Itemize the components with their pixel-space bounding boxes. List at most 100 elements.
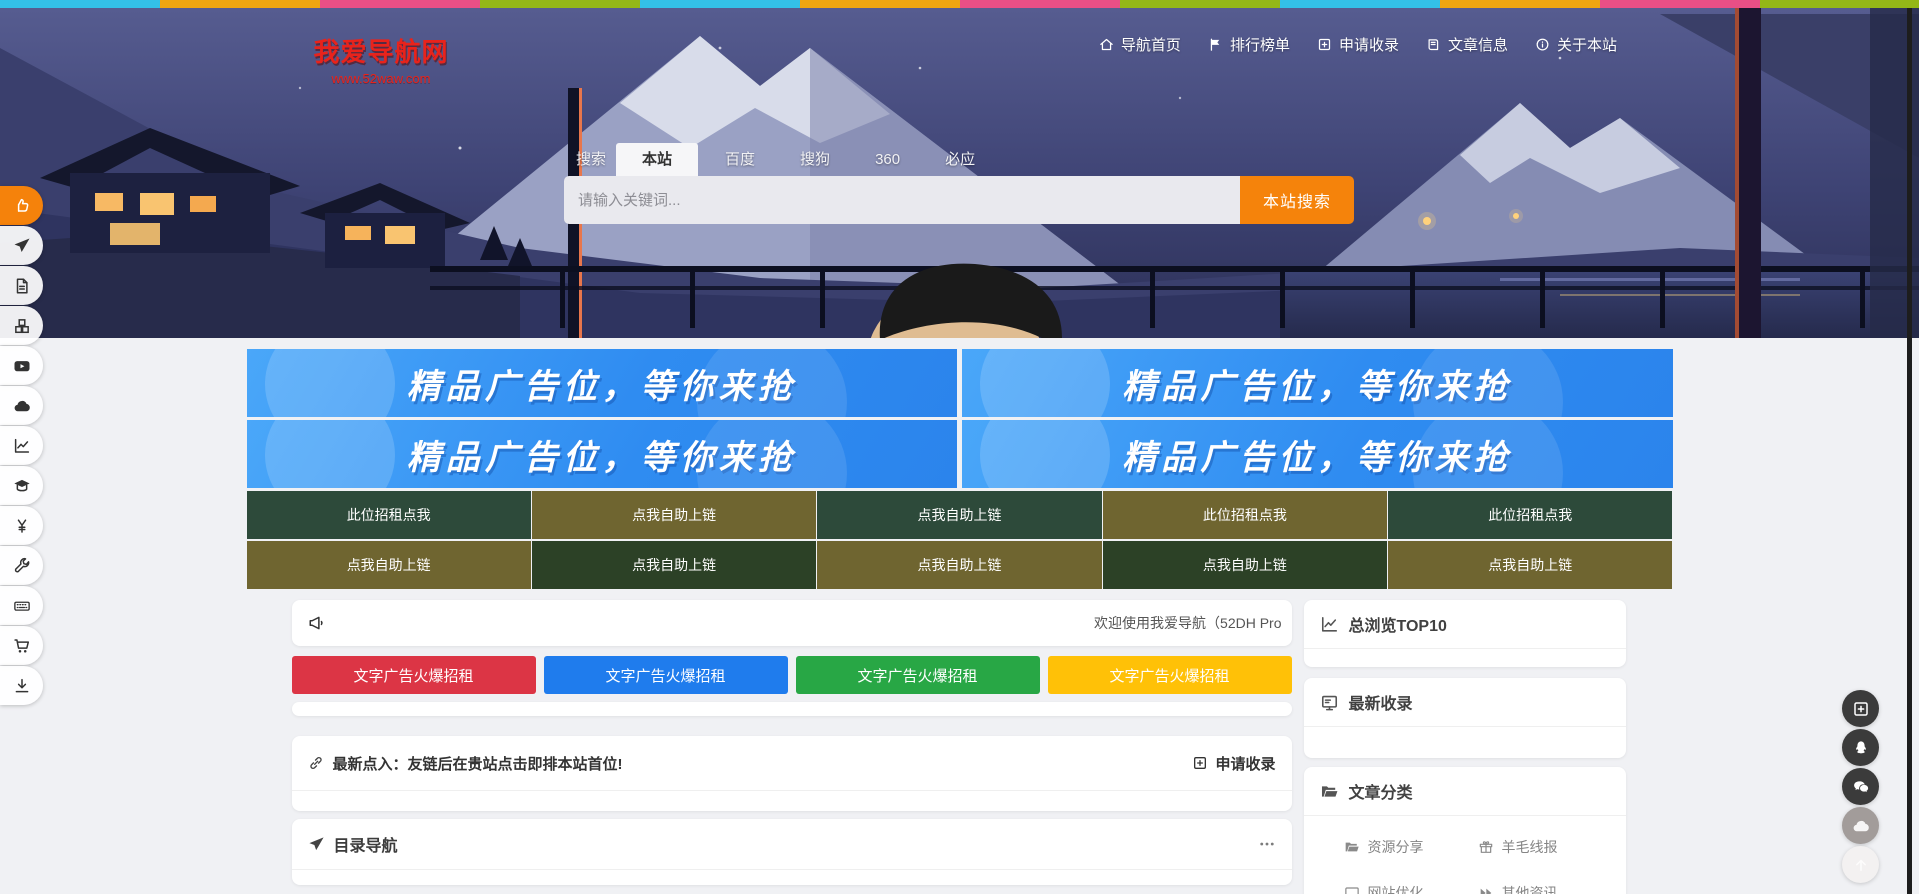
card-body-empty — [1304, 727, 1626, 758]
text-ad-red[interactable]: 文字广告火爆招租 — [292, 656, 536, 694]
text-ad-blue[interactable]: 文字广告火爆招租 — [544, 656, 788, 694]
apply-inclusion-label: 申请收录 — [1215, 753, 1275, 774]
link-ad-cell[interactable]: 点我自助上链 — [532, 541, 816, 589]
home-icon — [1099, 37, 1114, 52]
banner-ad[interactable]: 精品广告位，等你来抢 — [962, 349, 1673, 417]
top10-card: 总浏览TOP10 — [1304, 600, 1626, 667]
link-ad-cell[interactable]: 点我自助上链 — [1103, 541, 1387, 589]
banner-ad[interactable]: 精品广告位，等你来抢 — [247, 349, 958, 417]
notice-bar: 欢迎使用我爱导航（52DH Pro — [292, 600, 1292, 646]
float-cloud-logo-button[interactable] — [1842, 807, 1879, 844]
site-logo[interactable]: 我爱导航网 www.52waw.com — [306, 32, 456, 86]
site-logo-title: 我爱导航网 — [306, 32, 456, 69]
link-ad-cell[interactable]: 点我自助上链 — [1388, 541, 1672, 589]
nav-item-label: 导航首页 — [1121, 34, 1181, 55]
site-logo-subtitle: www.52waw.com — [306, 71, 456, 86]
plus-square-icon — [1192, 755, 1208, 771]
link-ad-cell[interactable]: 此位招租点我 — [1388, 491, 1672, 539]
dock-item-docs[interactable] — [0, 266, 43, 305]
tab-360[interactable]: 360 — [857, 143, 918, 176]
article-categories-title: 文章分类 — [1349, 779, 1413, 803]
search-button[interactable]: 本站搜索 — [1240, 176, 1354, 224]
card-body-empty — [292, 791, 1292, 811]
banner-ad[interactable]: 精品广告位，等你来抢 — [247, 420, 958, 488]
latest-in-row: 最新点入：友链后在贵站点击即排本站首位! 申请收录 — [292, 736, 1292, 790]
category-deals[interactable]: 羊毛线报 — [1478, 832, 1612, 862]
directory-card: 目录导航 — [292, 819, 1292, 885]
search-engine-tabs: 搜索 本站 百度 搜狗 360 必应 — [564, 143, 1354, 176]
banner-ad[interactable]: 精品广告位，等你来抢 — [962, 420, 1673, 488]
banner-ad-text: 精品广告位，等你来抢 — [1122, 430, 1512, 479]
tab-baidu[interactable]: 百度 — [707, 143, 773, 176]
text-ad-green[interactable]: 文字广告火爆招租 — [796, 656, 1040, 694]
dock-item-download[interactable] — [0, 666, 43, 705]
category-seo[interactable]: 网站优化 — [1344, 878, 1478, 894]
youtube-icon — [13, 357, 31, 375]
latest-in-text: 最新点入：友链后在贵站点击即排本站首位! — [333, 753, 623, 774]
dock-item-study[interactable] — [0, 466, 43, 505]
content-columns: 欢迎使用我爱导航（52DH Pro 文字广告火爆招租 文字广告火爆招租 文字广告… — [247, 600, 1673, 894]
scrollbar[interactable] — [1907, 8, 1912, 894]
nav-item-articles[interactable]: 文章信息 — [1426, 34, 1508, 55]
banner-ad-text: 精品广告位，等你来抢 — [407, 430, 797, 479]
cart-icon — [13, 637, 31, 655]
link-ad-cell[interactable]: 点我自助上链 — [247, 541, 531, 589]
dock-item-modules[interactable] — [0, 306, 43, 345]
tab-bing[interactable]: 必应 — [927, 143, 993, 176]
tab-sogou[interactable]: 搜狗 — [782, 143, 848, 176]
folder-open-icon — [1344, 839, 1360, 855]
float-qq-button[interactable] — [1842, 729, 1879, 766]
flag-icon — [1208, 37, 1223, 52]
nav-item-label: 申请收录 — [1339, 34, 1399, 55]
dock-item-cloud[interactable] — [0, 386, 43, 425]
nav-item-ranking[interactable]: 排行榜单 — [1208, 34, 1290, 55]
float-wechat-button[interactable] — [1842, 768, 1879, 805]
directory-title: 目录导航 — [308, 832, 398, 856]
dock-item-finance[interactable] — [0, 506, 43, 545]
left-dock — [0, 186, 43, 705]
banner-ads: 精品广告位，等你来抢 精品广告位，等你来抢 精品广告位，等你来抢 精品广告位，等… — [247, 349, 1673, 488]
dock-item-shop[interactable] — [0, 626, 43, 665]
float-back-to-top-button[interactable] — [1842, 846, 1879, 883]
category-news[interactable]: 其他资讯 — [1478, 878, 1612, 894]
keyboard-icon — [13, 597, 31, 615]
top10-title: 总浏览TOP10 — [1349, 612, 1447, 636]
chart-line-icon — [13, 437, 31, 455]
thumbs-up-icon — [13, 197, 31, 215]
dock-item-video[interactable] — [0, 346, 43, 385]
category-resources[interactable]: 资源分享 — [1344, 832, 1478, 862]
link-ad-cell[interactable]: 点我自助上链 — [817, 491, 1101, 539]
dock-item-stats[interactable] — [0, 426, 43, 465]
info-circle-icon — [1535, 37, 1550, 52]
directory-header: 目录导航 — [292, 819, 1292, 869]
directory-title-label: 目录导航 — [334, 832, 398, 856]
float-submit-button[interactable] — [1842, 690, 1879, 727]
link-ad-cell[interactable]: 此位招租点我 — [1103, 491, 1387, 539]
dock-item-tools[interactable] — [0, 546, 43, 585]
link-ad-cell[interactable]: 点我自助上链 — [532, 491, 816, 539]
dock-item-likes[interactable] — [0, 186, 43, 225]
download-icon — [13, 677, 31, 695]
back-to-top-icon — [1852, 856, 1870, 874]
search-input[interactable] — [564, 176, 1240, 224]
link-ad-cell[interactable]: 点我自助上链 — [817, 541, 1101, 589]
latest-included-header: 最新收录 — [1304, 678, 1626, 726]
dock-item-send[interactable] — [0, 226, 43, 265]
nav-item-submit[interactable]: 申请收录 — [1317, 34, 1399, 55]
more-button[interactable] — [1258, 835, 1276, 853]
apply-inclusion-button[interactable]: 申请收录 — [1192, 753, 1275, 774]
text-ad-yellow[interactable]: 文字广告火爆招租 — [1048, 656, 1292, 694]
file-icon — [13, 277, 31, 295]
top10-header: 总浏览TOP10 — [1304, 600, 1626, 648]
article-categories-card: 文章分类 资源分享 羊毛线报 — [1304, 767, 1626, 894]
dock-item-input[interactable] — [0, 586, 43, 625]
link-icon — [308, 755, 324, 771]
link-ad-grid: 此位招租点我 点我自助上链 点我自助上链 此位招租点我 此位招租点我 点我自助上… — [247, 491, 1673, 589]
link-ad-cell[interactable]: 此位招租点我 — [247, 491, 531, 539]
paper-plane-icon — [308, 836, 325, 853]
tab-local[interactable]: 本站 — [616, 143, 698, 176]
nav-item-about[interactable]: 关于本站 — [1535, 34, 1617, 55]
nav-item-home[interactable]: 导航首页 — [1099, 34, 1181, 55]
paper-plane-icon — [13, 237, 31, 255]
display-icon — [1344, 885, 1360, 894]
